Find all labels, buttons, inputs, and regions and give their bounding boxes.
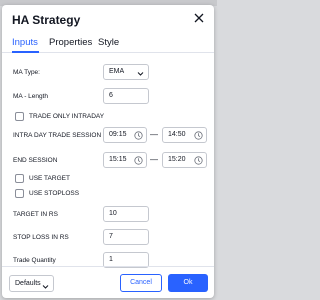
end-session-end-value: 15:20 [168, 156, 186, 163]
intraday-session-start-value: 09:15 [109, 131, 127, 138]
clock-icon[interactable] [194, 156, 203, 165]
trade-quantity-label: Trade Quantity [13, 257, 56, 264]
session-separator: — [150, 155, 158, 164]
ok-button[interactable]: Ok [168, 274, 208, 292]
ma-type-select[interactable]: EMA [103, 64, 149, 80]
clock-icon[interactable] [194, 131, 203, 140]
defaults-dropdown[interactable]: Defaults [9, 275, 54, 292]
ma-length-label: MA - Length [13, 93, 49, 100]
trade-only-intraday-checkbox[interactable] [15, 112, 24, 121]
dialog-title: HA Strategy [12, 13, 81, 27]
intraday-session-start-input[interactable]: 09:15 [103, 127, 147, 143]
ma-type-label: MA Type: [13, 69, 40, 76]
active-tab-indicator [12, 51, 39, 53]
clock-icon[interactable] [134, 131, 143, 140]
tab-inputs[interactable]: Inputs [12, 37, 38, 48]
clock-icon[interactable] [134, 156, 143, 165]
use-target-label: USE TARGET [29, 175, 70, 182]
use-stoploss-checkbox[interactable] [15, 189, 24, 198]
cancel-button[interactable]: Cancel [120, 274, 162, 292]
ma-length-value: 6 [109, 92, 113, 99]
end-session-label: END SESSION [13, 157, 58, 164]
stoploss-rs-label: STOP LOSS IN RS [13, 234, 69, 241]
chevron-down-icon [137, 69, 144, 76]
tab-properties[interactable]: Properties [49, 37, 92, 48]
ma-type-value: EMA [109, 68, 125, 75]
use-stoploss-label: USE STOPLOSS [29, 190, 80, 197]
defaults-label: Defaults [15, 280, 41, 287]
end-session-start-value: 15:15 [109, 156, 127, 163]
end-session-start-input[interactable]: 15:15 [103, 152, 147, 168]
tab-style[interactable]: Style [98, 37, 119, 48]
end-session-end-input[interactable]: 15:20 [162, 152, 207, 168]
intraday-session-end-value: 14:50 [168, 131, 186, 138]
dialog-header: HA Strategy [2, 5, 214, 33]
intraday-session-end-input[interactable]: 14:50 [162, 127, 207, 143]
target-rs-label: TARGET IN RS [13, 211, 58, 218]
settings-dialog: HA Strategy Inputs Properties Style MA T… [2, 5, 214, 298]
stoploss-rs-value: 7 [109, 233, 113, 240]
intraday-session-label: INTRA DAY TRADE SESSION [13, 132, 102, 139]
trade-only-intraday-label: TRADE ONLY INTRADAY [29, 113, 105, 120]
dialog-footer: Defaults Cancel Ok [2, 266, 214, 298]
session-separator: — [150, 130, 158, 139]
use-target-checkbox[interactable] [15, 174, 24, 183]
chevron-down-icon [42, 281, 49, 289]
close-icon[interactable] [192, 11, 206, 25]
inputs-panel: MA Type: EMA MA - Length 6 TRADE ONLY IN… [2, 54, 214, 268]
target-rs-input[interactable]: 10 [103, 206, 149, 222]
tab-bar: Inputs Properties Style [2, 33, 214, 53]
stoploss-rs-input[interactable]: 7 [103, 229, 149, 245]
target-rs-value: 10 [109, 210, 117, 217]
ma-length-input[interactable]: 6 [103, 88, 149, 104]
trade-quantity-value: 1 [109, 256, 113, 263]
